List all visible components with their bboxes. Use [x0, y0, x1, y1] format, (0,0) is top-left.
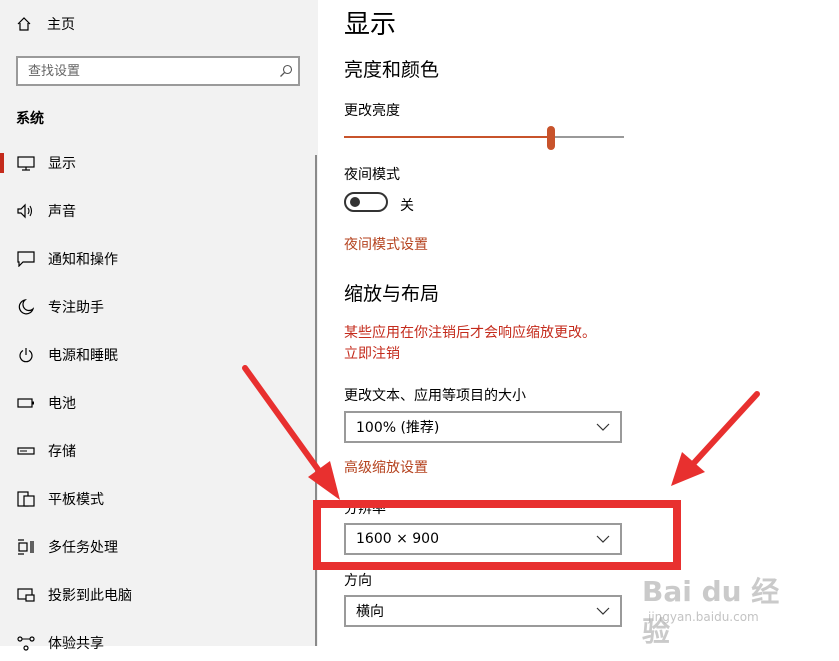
night-mode-toggle[interactable] [344, 192, 388, 212]
battery-icon [16, 393, 36, 413]
share-icon [16, 633, 36, 653]
storage-icon [16, 441, 36, 461]
sidebar-item-project-to-pc[interactable]: 投影到此电脑 [0, 577, 315, 613]
chevron-down-icon [596, 423, 610, 431]
tablet-icon [16, 489, 36, 509]
scale-value: 100% (推荐) [356, 420, 440, 436]
sidebar-item-sound[interactable]: 声音 [0, 193, 315, 229]
resolution-highlight-box [313, 500, 681, 570]
orientation-dropdown[interactable]: 横向 [344, 595, 622, 627]
multitask-icon [16, 537, 36, 557]
sidebar-item-display[interactable]: 显示 [0, 145, 315, 181]
scale-label: 更改文本、应用等项目的大小 [344, 388, 526, 404]
home-label: 主页 [47, 17, 75, 33]
search-box [16, 56, 300, 86]
baidu-watermark: Bai du 经验 jingyan.baidu.com [642, 570, 802, 648]
annotation-arrow-right [671, 391, 760, 486]
sidebar-item-label: 电源和睡眠 [48, 348, 118, 364]
home-icon [17, 17, 31, 31]
monitor-icon [16, 153, 36, 173]
sidebar-item-label: 平板模式 [48, 492, 104, 508]
orientation-value: 横向 [356, 604, 384, 620]
brightness-label: 更改亮度 [344, 103, 400, 119]
watermark-url: jingyan.baidu.com [648, 610, 759, 624]
night-mode-label: 夜间模式 [344, 167, 400, 183]
sidebar-item-label: 通知和操作 [48, 252, 118, 268]
sidebar: 主页 系统 显示 声音 通知和操作 专注助手 [0, 0, 318, 652]
toggle-knob [350, 197, 360, 207]
brightness-heading: 亮度和颜色 [344, 59, 440, 81]
chevron-down-icon [596, 607, 610, 615]
sidebar-item-label: 投影到此电脑 [48, 588, 132, 604]
slider-fill [344, 136, 552, 138]
search-input[interactable] [18, 63, 274, 79]
sidebar-item-multitasking[interactable]: 多任务处理 [0, 529, 315, 565]
page-title: 显示 [344, 10, 397, 40]
slider-thumb[interactable] [547, 126, 556, 150]
section-title: 系统 [16, 111, 44, 127]
sidebar-item-label: 声音 [48, 204, 76, 220]
power-icon [16, 345, 36, 365]
sidebar-item-label: 多任务处理 [48, 540, 118, 556]
project-icon [16, 585, 36, 605]
sidebar-item-shared-experiences[interactable]: 体验共享 [0, 625, 315, 661]
brightness-slider[interactable] [344, 125, 624, 151]
sidebar-item-label: 电池 [48, 396, 76, 412]
scale-warning-text: 某些应用在你注销后才会响应缩放更改。 [344, 325, 596, 341]
speaker-icon [16, 201, 36, 221]
sidebar-item-label: 存储 [48, 444, 76, 460]
sidebar-item-label: 专注助手 [48, 300, 104, 316]
home-nav-item[interactable]: 主页 [16, 12, 75, 36]
annotation-arrow-left [242, 365, 340, 500]
sidebar-item-notifications[interactable]: 通知和操作 [0, 241, 315, 277]
search-icon[interactable] [274, 64, 298, 78]
sidebar-item-label: 显示 [48, 156, 76, 172]
moon-icon [16, 297, 36, 317]
sidebar-item-focus-assist[interactable]: 专注助手 [0, 289, 315, 325]
orientation-label: 方向 [344, 573, 372, 589]
sidebar-item-label: 体验共享 [48, 636, 104, 652]
message-icon [16, 249, 36, 269]
advanced-scaling-link[interactable]: 高级缩放设置 [344, 457, 428, 477]
night-mode-settings-link[interactable]: 夜间模式设置 [344, 234, 428, 254]
scale-layout-heading: 缩放与布局 [344, 283, 440, 305]
night-mode-state: 关 [400, 198, 414, 214]
sign-out-now-link[interactable]: 立即注销 [344, 344, 400, 364]
scale-dropdown[interactable]: 100% (推荐) [344, 411, 622, 443]
